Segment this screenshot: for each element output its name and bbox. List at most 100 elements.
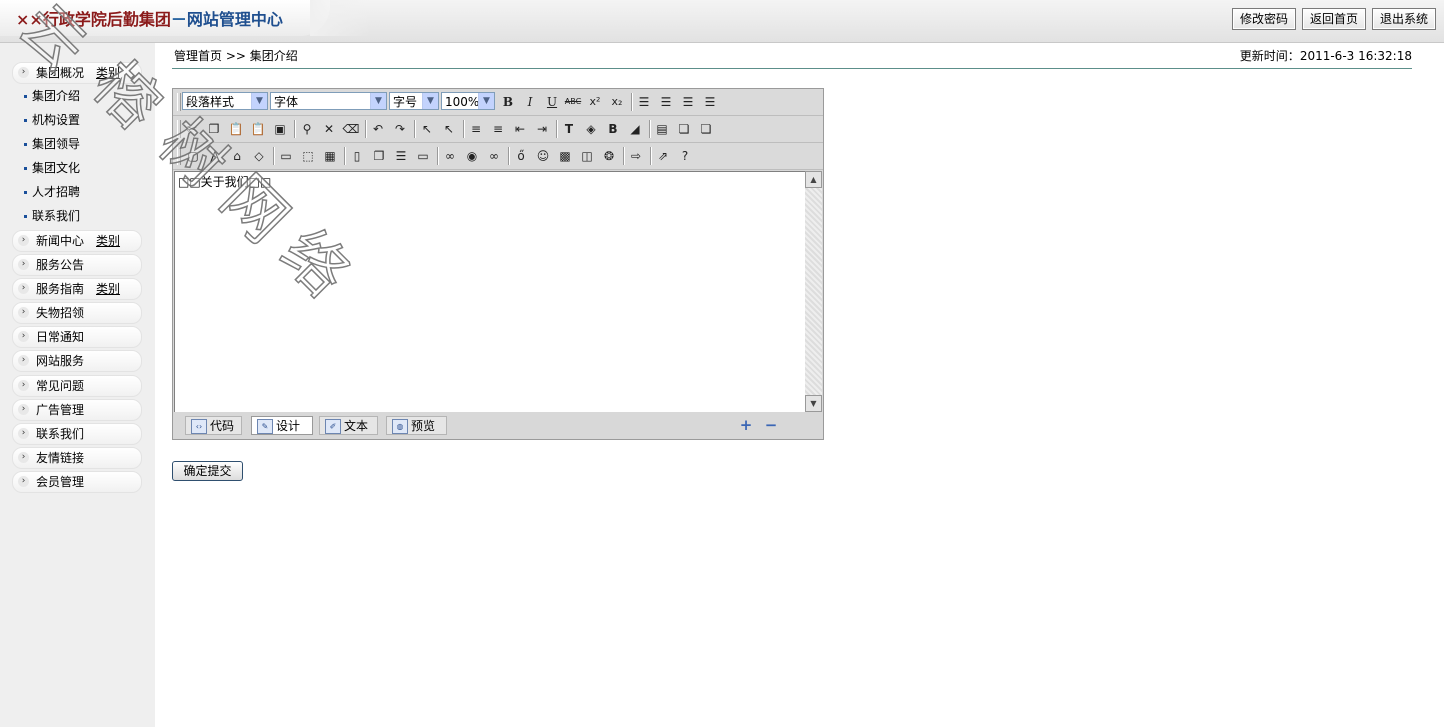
sidebar-item-daily-notice[interactable]: › 日常通知 [12, 326, 142, 348]
bold-icon[interactable]: B [499, 93, 517, 111]
change-password-button[interactable]: 修改密码 [1231, 8, 1296, 30]
insert-symbol-icon[interactable]: ⌂ [228, 147, 246, 165]
sidebar-item-ad-management[interactable]: › 广告管理 [12, 399, 142, 421]
category-link[interactable]: 类别 [96, 231, 120, 251]
zoom-select[interactable]: 100% ▼ [441, 92, 495, 110]
chevron-right-icon: › [18, 404, 29, 415]
underline-icon[interactable]: U [543, 93, 561, 111]
absolute-position-icon[interactable]: ↖ [440, 120, 458, 138]
sidebar-item-service-guide[interactable]: › 服务指南 类别 [12, 278, 142, 300]
bring-forward-icon[interactable]: ❏ [675, 120, 693, 138]
undo-icon[interactable]: ↶ [369, 120, 387, 138]
subscript-icon[interactable]: x₂ [608, 93, 626, 111]
send-backward-icon[interactable]: ❏ [697, 120, 715, 138]
unordered-list-icon[interactable]: ≡ [489, 120, 507, 138]
insert-special-char-icon[interactable]: ⋀ [206, 147, 224, 165]
insert-image-icon[interactable]: ▩ [556, 147, 574, 165]
scroll-down-icon[interactable]: ▼ [805, 395, 822, 412]
help-icon[interactable]: ? [676, 147, 694, 165]
cut-icon[interactable]: ✂ [183, 120, 201, 138]
text-color-icon[interactable]: T [560, 120, 578, 138]
insert-emoticon-icon[interactable]: ☺ [534, 147, 552, 165]
sidebar-item-service-notice[interactable]: › 服务公告 [12, 254, 142, 276]
breadcrumb-home[interactable]: 管理首页 [174, 49, 222, 63]
ordered-list-icon[interactable]: ≡ [467, 120, 485, 138]
sidebar-subitem-leadership[interactable]: 集团领导 [24, 136, 80, 152]
font-size-select[interactable]: 字号 ▼ [389, 92, 439, 110]
insert-web-icon[interactable]: ◉ [463, 147, 481, 165]
select-pointer-icon[interactable]: ↖ [418, 120, 436, 138]
paragraph-style-select[interactable]: 段落样式 ▼ [182, 92, 268, 110]
insert-file-icon[interactable]: ❂ [600, 147, 618, 165]
redo-icon[interactable]: ↷ [391, 120, 409, 138]
strikethrough-icon[interactable]: ABC [564, 93, 582, 111]
insert-link-icon[interactable]: ∞ [441, 147, 459, 165]
sidebar-item-member-management[interactable]: › 会员管理 [12, 471, 142, 493]
horizontal-rule-icon[interactable]: ☰ [392, 147, 410, 165]
sidebar-item-group-overview[interactable]: › 集团概况 类别 [12, 62, 142, 84]
sidebar-item-faq[interactable]: › 常见问题 [12, 375, 142, 397]
expand-editor-icon[interactable]: + [737, 416, 755, 434]
category-link[interactable]: 类别 [96, 279, 120, 299]
shrink-editor-icon[interactable]: − [762, 416, 780, 434]
indent-icon[interactable]: ⇥ [533, 120, 551, 138]
outdent-icon[interactable]: ⇤ [511, 120, 529, 138]
sidebar-item-web-service[interactable]: › 网站服务 [12, 350, 142, 372]
eraser-icon[interactable]: ⌫ [342, 120, 360, 138]
insert-table-icon[interactable]: ▭ [277, 147, 295, 165]
insert-box-icon[interactable]: ▢ [184, 147, 202, 165]
sidebar-subitem-culture[interactable]: 集团文化 [24, 160, 80, 176]
logout-button[interactable]: 退出系统 [1371, 8, 1436, 30]
align-center-icon[interactable]: ☰ [657, 93, 675, 111]
align-justify-icon[interactable]: ☰ [701, 93, 719, 111]
remove-link-icon[interactable]: ∞ [485, 147, 503, 165]
find-icon[interactable]: ⚲ [298, 120, 316, 138]
highlight-icon[interactable]: ◈ [582, 120, 600, 138]
paste-text-icon[interactable]: 📋 [249, 120, 267, 138]
align-left-icon[interactable]: ☰ [635, 93, 653, 111]
sidebar-subitem-recruitment[interactable]: 人才招聘 [24, 184, 80, 200]
superscript-icon[interactable]: x² [586, 93, 604, 111]
table-properties-icon[interactable]: ⬚ [299, 147, 317, 165]
font-select[interactable]: 字体 ▼ [270, 92, 387, 110]
insert-flash-icon[interactable]: ő [512, 147, 530, 165]
sidebar-subitem-group-intro[interactable]: 集团介绍 [24, 88, 80, 104]
insert-media-icon[interactable]: ◫ [578, 147, 596, 165]
sidebar-item-contact-us[interactable]: › 联系我们 [12, 423, 142, 445]
delete-icon[interactable]: ✕ [320, 120, 338, 138]
form-field-icon[interactable]: ▦ [321, 147, 339, 165]
toolbar-separator [344, 147, 346, 165]
submit-button[interactable]: 确定提交 [172, 461, 243, 481]
sidebar-subitem-org-structure[interactable]: 机构设置 [24, 112, 80, 128]
scroll-up-icon[interactable]: ▲ [805, 171, 822, 188]
insert-field-icon[interactable]: ▭ [414, 147, 432, 165]
category-link[interactable]: 类别 [96, 63, 120, 83]
sidebar-item-news-center[interactable]: › 新闻中心 类别 [12, 230, 142, 252]
align-right-icon[interactable]: ☰ [679, 93, 697, 111]
background-color-icon[interactable]: B [604, 120, 622, 138]
back-home-button[interactable]: 返回首页 [1301, 8, 1366, 30]
sidebar-subitem-contact[interactable]: 联系我们 [24, 208, 80, 224]
chevron-right-icon: › [18, 452, 29, 463]
paste-word-icon[interactable]: ▣ [271, 120, 289, 138]
copy-icon[interactable]: ❐ [205, 120, 223, 138]
sidebar-item-label: 新闻中心 [36, 234, 85, 248]
sidebar-item-lost-found[interactable]: › 失物招领 [12, 302, 142, 324]
mode-tab-code[interactable]: ‹› 代码 [185, 416, 242, 435]
layer-icon[interactable]: ▤ [653, 120, 671, 138]
insert-anchor-icon[interactable]: ◇ [250, 147, 268, 165]
italic-icon[interactable]: I [521, 93, 539, 111]
mode-tab-text[interactable]: ✐ 文本 [319, 416, 378, 435]
mode-tab-preview[interactable]: ◍ 预览 [386, 416, 447, 435]
format-brush-icon[interactable]: ◢ [626, 120, 644, 138]
chevron-right-icon: › [18, 235, 29, 246]
sidebar-item-friend-links[interactable]: › 友情链接 [12, 447, 142, 469]
insert-template-icon[interactable]: ❐ [370, 147, 388, 165]
insert-page-icon[interactable]: ▯ [348, 147, 366, 165]
editor-content-area[interactable]: □□关于我们□□ [174, 171, 805, 412]
mode-tab-design[interactable]: ✎ 设计 [251, 416, 313, 435]
insert-date-icon[interactable]: ⇨ [627, 147, 645, 165]
fullscreen-icon[interactable]: ⇗ [654, 147, 672, 165]
paste-icon[interactable]: 📋 [227, 120, 245, 138]
editor-scrollbar[interactable]: ▲ ▼ [805, 171, 822, 412]
